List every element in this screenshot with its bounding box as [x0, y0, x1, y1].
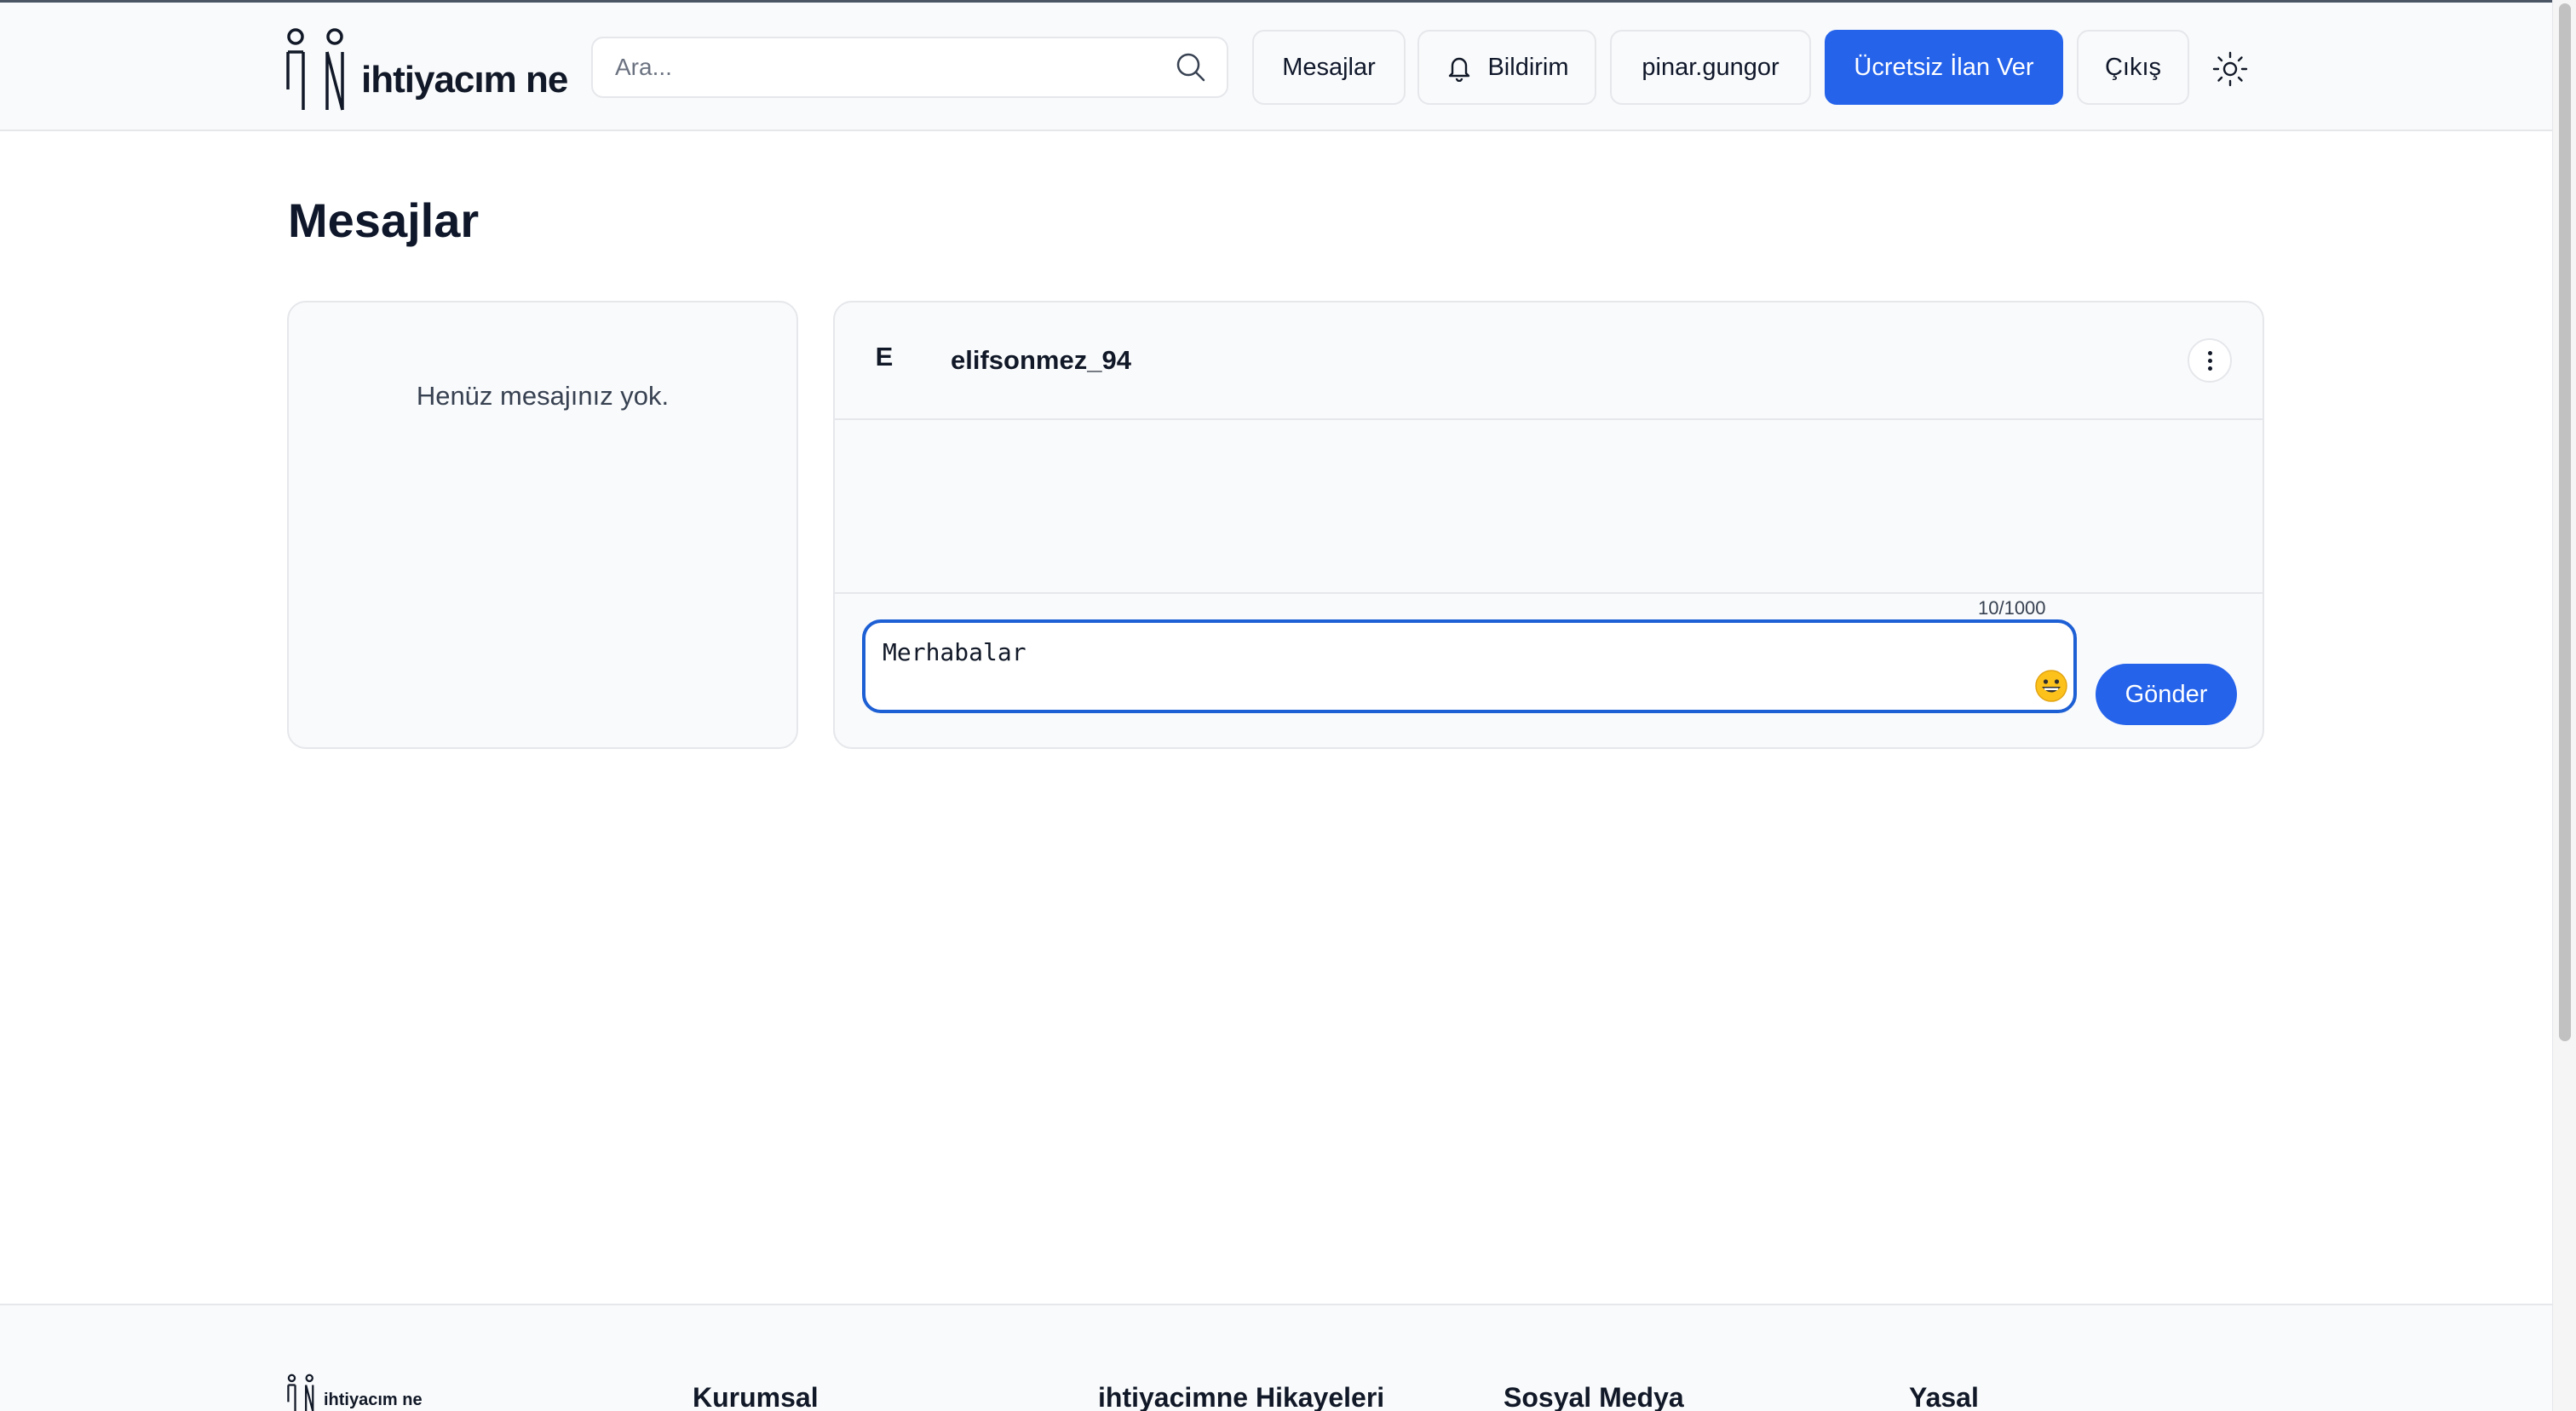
emoji-icon[interactable]: [2034, 669, 2068, 703]
footer-logo-figures-icon: [287, 1374, 314, 1411]
more-vertical-icon[interactable]: [2188, 338, 2232, 383]
scrollbar-thumb[interactable]: [2559, 3, 2571, 1041]
chat-header: E elifsonmez_94: [835, 302, 2263, 420]
post-ad-button[interactable]: Ücretsiz İlan Ver: [1825, 30, 2063, 105]
send-button-label: Gönder: [2125, 680, 2208, 708]
footer-heading-legal: Yasal: [1909, 1382, 1979, 1411]
footer-logo[interactable]: ihtiyacım ne: [285, 1374, 438, 1411]
chat-messages-area: [835, 422, 2263, 592]
notifications-button-label: Bildirim: [1487, 53, 1569, 81]
post-ad-button-label: Ücretsiz İlan Ver: [1854, 53, 2034, 81]
chat-username[interactable]: elifsonmez_94: [951, 345, 1131, 376]
site-header: ihtiyacım ne Mesajlar Bildirim pinar.gun…: [0, 3, 2552, 131]
logout-button[interactable]: Çıkış: [2077, 30, 2189, 105]
footer-heading-corporate: Kurumsal: [693, 1382, 819, 1411]
footer-logo-text: ihtiyacım ne: [324, 1391, 423, 1409]
logout-button-label: Çıkış: [2104, 53, 2162, 81]
viewport: ihtiyacım ne Mesajlar Bildirim pinar.gun…: [0, 0, 2552, 1411]
bell-icon: [1449, 57, 1470, 82]
search-icon[interactable]: [1174, 50, 1208, 84]
site-footer: ihtiyacım ne Kurumsal ihtiyacimne Hikaye…: [0, 1304, 2552, 1411]
notifications-button[interactable]: Bildirim: [1417, 30, 1596, 105]
page-title: Mesajlar: [288, 193, 480, 247]
logo-figures-icon: [286, 28, 344, 111]
messages-button[interactable]: Mesajlar: [1252, 30, 1406, 105]
search-box: [591, 37, 1228, 98]
send-button[interactable]: Gönder: [2096, 664, 2237, 725]
user-profile-button[interactable]: pinar.gungor: [1610, 30, 1811, 105]
sun-icon[interactable]: [2211, 50, 2249, 88]
search-input[interactable]: [593, 38, 1155, 96]
vertical-scrollbar[interactable]: [2552, 0, 2576, 1411]
footer-heading-stories: ihtiyacimne Hikayeleri: [1098, 1382, 1385, 1411]
site-logo[interactable]: ihtiyacım ne: [283, 26, 572, 113]
message-input[interactable]: Merhabalar: [865, 623, 2041, 710]
empty-conversations-text: Henüz mesajınız yok.: [416, 381, 670, 411]
message-input-wrapper: Merhabalar: [862, 619, 2077, 713]
character-counter: 10/1000: [1978, 597, 2046, 619]
messages-button-label: Mesajlar: [1282, 53, 1376, 81]
username-label: pinar.gungor: [1642, 53, 1780, 81]
conversation-list: Henüz mesajınız yok.: [287, 301, 798, 749]
logo-text: ihtiyacım ne: [361, 59, 568, 101]
chat-panel: E elifsonmez_94 10/1000 Merhabalar Gönde…: [833, 301, 2264, 749]
footer-heading-social: Sosyal Medya: [1504, 1382, 1684, 1411]
avatar: E: [875, 342, 894, 371]
